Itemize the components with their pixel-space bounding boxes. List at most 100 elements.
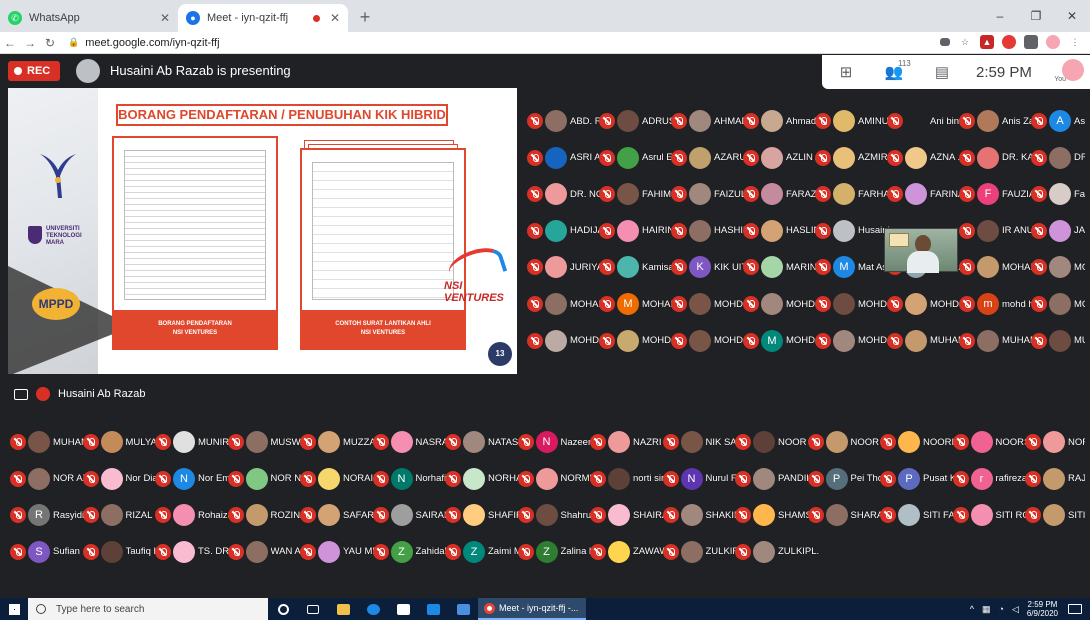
participant-avatar xyxy=(545,219,567,242)
mic-off-icon xyxy=(1031,149,1047,166)
tray-chevron-icon[interactable]: ^ xyxy=(970,604,974,614)
forward-icon[interactable]: → xyxy=(20,36,40,50)
participant-tile[interactable]: Fazhana... xyxy=(1031,181,1085,207)
participant-name: ZULKIPL... xyxy=(778,546,820,558)
close-tab-icon[interactable]: ✕ xyxy=(330,11,340,25)
participant-tile[interactable]: MOHD ... xyxy=(1031,291,1085,317)
layout-grid-icon[interactable]: ⊞ xyxy=(822,63,870,81)
participant-avatar xyxy=(689,183,711,206)
participant-tile[interactable]: DR. MO... xyxy=(1031,145,1085,171)
tab-whatsapp[interactable]: ✆ WhatsApp ✕ xyxy=(0,4,178,32)
camera-icon[interactable] xyxy=(940,38,950,46)
letter-document xyxy=(312,162,454,300)
participant-avatar xyxy=(245,467,268,490)
edge-icon[interactable] xyxy=(358,598,388,620)
mic-off-icon xyxy=(1031,259,1047,276)
network-icon[interactable]: ▦ xyxy=(982,604,991,615)
participant-avatar xyxy=(1049,219,1071,242)
participant-tile[interactable]: MOHAM... xyxy=(1031,254,1085,280)
participant-tile[interactable]: RAJA N... xyxy=(1025,466,1085,492)
url-text: meet.google.com/iyn-qzit-ffj xyxy=(85,36,220,49)
star-icon[interactable]: ☆ xyxy=(958,35,972,49)
mic-off-icon xyxy=(807,470,824,487)
participant-tile[interactable]: ZULKIPL... xyxy=(735,539,820,565)
close-tab-icon[interactable]: ✕ xyxy=(160,11,170,25)
participant-avatar xyxy=(761,293,783,315)
participant-avatar: R xyxy=(28,504,50,527)
wifi-icon[interactable]: ◔ xyxy=(999,604,1004,614)
form-document xyxy=(124,150,266,300)
mic-off-icon xyxy=(807,507,824,524)
taskbar-meet-window[interactable]: Meet - iyn-qzit-ffj -... xyxy=(478,598,586,620)
live-video-tile[interactable] xyxy=(884,228,958,273)
participant-avatar xyxy=(825,431,848,453)
window-controls: – ❐ ✕ xyxy=(982,0,1090,32)
profile-avatar[interactable] xyxy=(1046,35,1060,49)
self-avatar[interactable] xyxy=(1062,59,1084,81)
browser-tab-bar: ✆ WhatsApp ✕ ● Meet - iyn-qzit-ffj ✕ + –… xyxy=(0,0,1090,32)
notification-icon[interactable] xyxy=(1068,604,1082,614)
menu-icon[interactable]: ⋮ xyxy=(1068,35,1082,49)
volume-icon[interactable]: ◁ xyxy=(1012,604,1019,615)
form-panel: BORANG PENDAFTARAN NSI VENTURES xyxy=(112,136,278,350)
minimize-button[interactable]: – xyxy=(982,0,1018,32)
participant-avatar xyxy=(753,504,775,527)
back-icon[interactable]: ← xyxy=(0,36,20,50)
participant-avatar xyxy=(898,504,920,527)
mic-off-icon xyxy=(372,470,389,487)
participant-avatar: S xyxy=(28,540,50,563)
participant-tile[interactable]: MUHAM... xyxy=(1031,328,1085,354)
task-view-icon[interactable] xyxy=(298,598,328,620)
chat-icon[interactable]: ▤ xyxy=(918,63,966,81)
participant-avatar xyxy=(535,504,558,527)
grid-extension-icon[interactable] xyxy=(1024,35,1038,49)
participant-avatar xyxy=(833,183,855,206)
mic-off-icon xyxy=(599,222,615,239)
participant-avatar xyxy=(390,504,413,527)
participants-button[interactable]: 👥 113 xyxy=(870,59,918,81)
tab-meet[interactable]: ● Meet - iyn-qzit-ffj ✕ xyxy=(178,4,348,32)
taskbar-search[interactable]: Type here to search xyxy=(28,598,268,620)
tab-title: WhatsApp xyxy=(29,12,80,24)
participant-avatar xyxy=(977,219,999,242)
participant-avatar xyxy=(617,256,639,279)
mic-off-icon xyxy=(959,296,975,312)
letter-panel: CONTOH SURAT LANTIKAN AHLI NSI VENTURES xyxy=(300,148,466,350)
system-tray: ^ ▦ ◔ ◁ 2:59 PM 6/9/2020 xyxy=(970,598,1090,620)
reload-icon[interactable]: ↻ xyxy=(40,36,60,50)
participant-avatar: N xyxy=(390,467,413,490)
participant-avatar xyxy=(761,183,783,206)
close-window-button[interactable]: ✕ xyxy=(1054,0,1090,32)
participant-avatar xyxy=(761,219,783,242)
new-tab-button[interactable]: + xyxy=(354,4,376,32)
participant-avatar xyxy=(977,256,999,279)
participant-tile[interactable]: AAsilah A... xyxy=(1031,108,1085,134)
participant-name: MUHAM... xyxy=(1074,335,1085,347)
participant-tile[interactable]: NOR AI... xyxy=(1025,429,1085,455)
start-button[interactable] xyxy=(0,598,28,620)
mic-off-icon xyxy=(1031,113,1047,129)
participant-tile[interactable]: SITI SA... xyxy=(1025,502,1085,528)
participant-tile[interactable]: JAZIRA... xyxy=(1031,218,1085,244)
file-explorer-icon[interactable] xyxy=(328,598,358,620)
screen: ✆ WhatsApp ✕ ● Meet - iyn-qzit-ffj ✕ + –… xyxy=(0,0,1090,620)
pdf-extension-icon[interactable]: ▲ xyxy=(980,35,994,49)
mic-off-icon xyxy=(599,149,615,166)
participant-avatar xyxy=(608,504,630,527)
mic-off-icon xyxy=(815,332,831,349)
url-field[interactable]: 🔒 meet.google.com/iyn-qzit-ffj xyxy=(68,37,220,49)
participant-avatar xyxy=(833,329,855,352)
store-icon[interactable] xyxy=(388,598,418,620)
participant-avatar xyxy=(318,540,340,563)
photos-icon[interactable] xyxy=(448,598,478,620)
cortana-icon[interactable] xyxy=(268,598,298,620)
mail-icon[interactable] xyxy=(418,598,448,620)
rec-badge[interactable]: REC xyxy=(8,61,60,81)
letter-panel-label: CONTOH SURAT LANTIKAN AHLI NSI VENTURES xyxy=(302,310,464,348)
participant-avatar xyxy=(833,110,855,132)
maximize-button[interactable]: ❐ xyxy=(1018,0,1054,32)
mic-off-icon xyxy=(590,543,606,560)
mic-off-icon xyxy=(815,113,831,129)
shield-extension-icon[interactable] xyxy=(1002,35,1016,49)
taskbar-clock[interactable]: 2:59 PM 6/9/2020 xyxy=(1027,600,1058,618)
